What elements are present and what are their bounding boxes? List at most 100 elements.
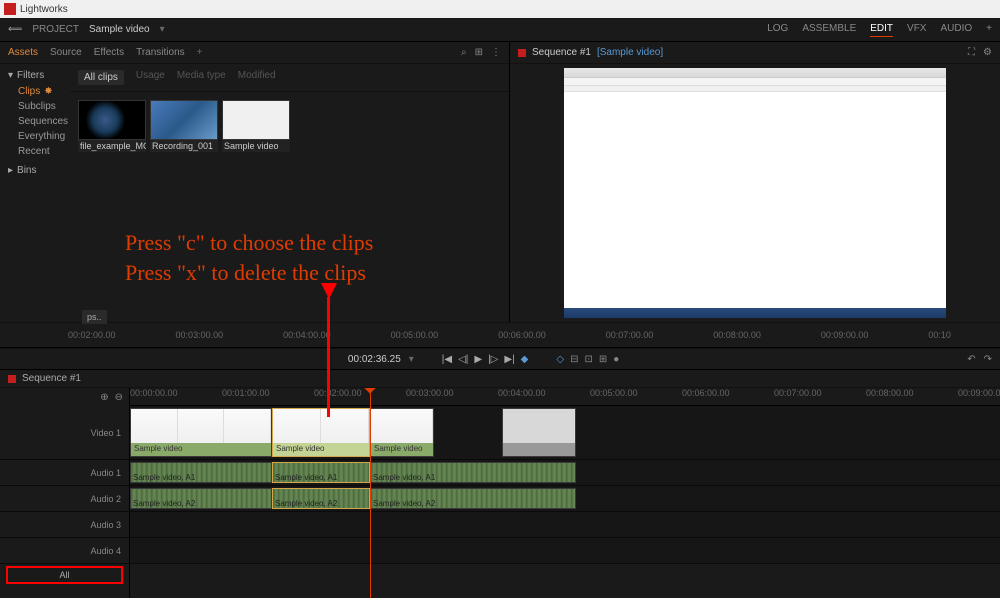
mode-edit[interactable]: EDIT (870, 23, 893, 37)
video-clip[interactable]: Sample video (370, 408, 434, 457)
thumb-label: Recording_001 (150, 140, 218, 152)
mode-tabs: LOG ASSEMBLE EDIT VFX AUDIO + (767, 23, 992, 37)
sidebar-item-everything[interactable]: Everything (8, 129, 70, 144)
audio-track-3[interactable] (130, 512, 1000, 538)
dropdown-icon[interactable]: ▾ (160, 24, 165, 35)
star-icon: ✸ (44, 86, 52, 97)
tab-transitions[interactable]: Transitions (136, 47, 185, 58)
chevron-down-icon: ▾ (8, 70, 13, 81)
viewer-sequence-name[interactable]: Sequence #1 (532, 47, 591, 58)
video-clip[interactable]: Sample video (130, 408, 272, 457)
audio-track-1[interactable]: Sample video, A1 Sample video, A1 Sample… (130, 460, 1000, 486)
mode-vfx[interactable]: VFX (907, 23, 926, 37)
cliptab-all[interactable]: All clips (78, 70, 124, 85)
ps-button[interactable]: ps.. (82, 310, 107, 324)
audio-clip-selected[interactable]: Sample video, A2 (272, 488, 370, 509)
chevron-right-icon: ▸ (8, 165, 13, 176)
clip-thumb[interactable]: Sample video (222, 100, 290, 152)
more-icon[interactable]: ⋮ (491, 47, 501, 58)
record-indicator-icon (8, 375, 16, 383)
video-track-1[interactable]: Sample video Sample video Sample video (130, 406, 1000, 460)
transport-ruler[interactable]: 00:02:00.00 00:03:00.00 00:04:00.00 00:0… (68, 330, 951, 340)
audio-clip[interactable]: Sample video, A2 (370, 488, 576, 509)
redo-icon[interactable]: ↷ (984, 354, 992, 365)
tab-effects[interactable]: Effects (94, 47, 124, 58)
audio-clip[interactable]: Sample video, A1 (370, 462, 576, 483)
project-label: PROJECT (32, 24, 79, 35)
sidebar-item-clips[interactable]: Clips✸ (8, 84, 70, 99)
audio-track-4[interactable] (130, 538, 1000, 564)
mode-assemble[interactable]: ASSEMBLE (802, 23, 856, 37)
viewer-monitor[interactable] (510, 64, 1000, 322)
clip-area: All clips Usage Media type Modified file… (70, 64, 509, 322)
search-icon[interactable]: ⌕ (461, 47, 467, 58)
tab-add-icon[interactable]: + (197, 47, 203, 58)
track-header-audio3[interactable]: Audio 3 (0, 512, 129, 538)
sidebar-item-subclips[interactable]: Subclips (8, 99, 70, 114)
timecode-display[interactable]: 00:02:36.25 (348, 354, 401, 365)
top-bar: ⟸ PROJECT Sample video ▾ LOG ASSEMBLE ED… (0, 18, 1000, 42)
zoom-out-icon[interactable]: ⊖ (115, 392, 123, 403)
project-name[interactable]: Sample video (89, 24, 150, 35)
goto-start-icon[interactable]: |◀ (442, 354, 452, 365)
zoom-in-icon[interactable]: ⊕ (100, 392, 108, 403)
record-indicator-icon (518, 49, 526, 57)
timeline-canvas[interactable]: 00:00:00.00 00:01:00.00 00:02:00.00 00:0… (130, 388, 1000, 598)
sequence-header: Sequence #1 (0, 370, 1000, 388)
clip-thumb[interactable]: Recording_001 (150, 100, 218, 152)
add-cue-icon[interactable]: ◇ (556, 354, 564, 365)
edit-controls: ◇ ⊟ ⊡ ⊞ ● (556, 354, 619, 365)
remove-icon[interactable]: ⊟ (570, 354, 578, 365)
browser-sidebar: ▾Filters Clips✸ Subclips Sequences Every… (0, 64, 70, 322)
playhead[interactable] (370, 388, 371, 598)
sidebar-item-sequences[interactable]: Sequences (8, 114, 70, 129)
cliptab-usage[interactable]: Usage (136, 70, 165, 85)
cliptab-modified[interactable]: Modified (238, 70, 276, 85)
transport-bar: 00:02:00.00 00:03:00.00 00:04:00.00 00:0… (0, 322, 1000, 348)
undo-icon[interactable]: ↶ (967, 354, 975, 365)
grid-view-icon[interactable]: ⊞ (475, 47, 483, 58)
video-clip-selected[interactable]: Sample video (272, 408, 370, 457)
audio-clip[interactable]: Sample video, A2 (130, 488, 272, 509)
clip-thumb[interactable]: file_example_MOV_1.. (78, 100, 146, 152)
play-icon[interactable]: ▶ (474, 354, 482, 365)
back-icon[interactable]: ⟸ (8, 24, 22, 35)
timeline-ruler[interactable]: 00:00:00.00 00:01:00.00 00:02:00.00 00:0… (130, 388, 1000, 406)
thumb-image (222, 100, 290, 140)
mark-in-icon[interactable]: ◆ (521, 354, 529, 365)
insert-icon[interactable]: ⊡ (584, 354, 592, 365)
cliptab-media[interactable]: Media type (177, 70, 226, 85)
step-back-icon[interactable]: ◁| (458, 354, 468, 365)
track-header-audio1[interactable]: Audio 1 (0, 460, 129, 486)
tc-dropdown-icon[interactable]: ▾ (409, 354, 414, 365)
thumb-label: Sample video (222, 140, 290, 152)
goto-end-icon[interactable]: ▶| (504, 354, 514, 365)
tab-assets[interactable]: Assets (8, 47, 38, 58)
track-header-audio4[interactable]: Audio 4 (0, 538, 129, 564)
mode-log[interactable]: LOG (767, 23, 788, 37)
viewer-source-name[interactable]: [Sample video] (597, 47, 663, 58)
timeline: ⊕ ⊖ Video 1 Audio 1 Audio 2 Audio 3 Audi… (0, 388, 1000, 598)
step-fwd-icon[interactable]: |▷ (488, 354, 498, 365)
window-titlebar: Lightworks (0, 0, 1000, 18)
audio-clip[interactable]: Sample video, A1 (130, 462, 272, 483)
fullscreen-icon[interactable]: ⛶ (968, 47, 975, 58)
replace-icon[interactable]: ⊞ (599, 354, 607, 365)
track-header-audio2[interactable]: Audio 2 (0, 486, 129, 512)
audio-track-2[interactable]: Sample video, A2 Sample video, A2 Sample… (130, 486, 1000, 512)
bins-header[interactable]: ▸Bins (8, 165, 70, 176)
browser-pane: Assets Source Effects Transitions + ⌕ ⊞ … (0, 42, 510, 322)
video-clip[interactable] (502, 408, 576, 457)
track-header-video1[interactable]: Video 1 (0, 406, 129, 460)
filters-header[interactable]: ▾Filters (8, 70, 70, 81)
track-headers: ⊕ ⊖ Video 1 Audio 1 Audio 2 Audio 3 Audi… (0, 388, 130, 598)
all-tracks-button[interactable]: All (6, 566, 123, 584)
mic-icon[interactable]: ● (613, 354, 619, 365)
sequence-name[interactable]: Sequence #1 (22, 373, 81, 384)
sidebar-item-recent[interactable]: Recent (8, 144, 70, 159)
add-mode-icon[interactable]: + (986, 23, 992, 37)
audio-clip-selected[interactable]: Sample video, A1 (272, 462, 370, 483)
settings-icon[interactable]: ⚙ (983, 47, 992, 58)
tab-source[interactable]: Source (50, 47, 82, 58)
mode-audio[interactable]: AUDIO (940, 23, 972, 37)
